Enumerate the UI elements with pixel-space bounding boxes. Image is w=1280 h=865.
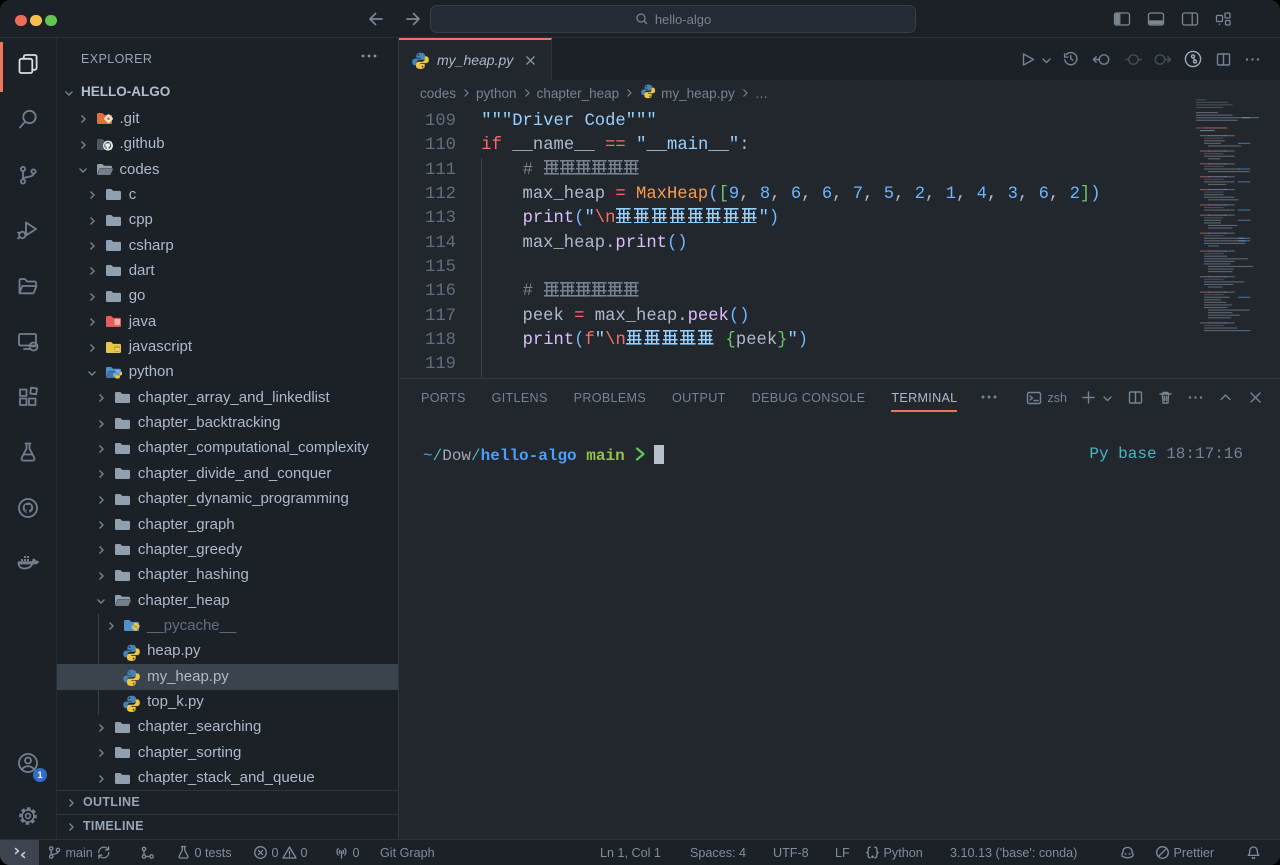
svg-text:JS: JS [114, 347, 120, 352]
